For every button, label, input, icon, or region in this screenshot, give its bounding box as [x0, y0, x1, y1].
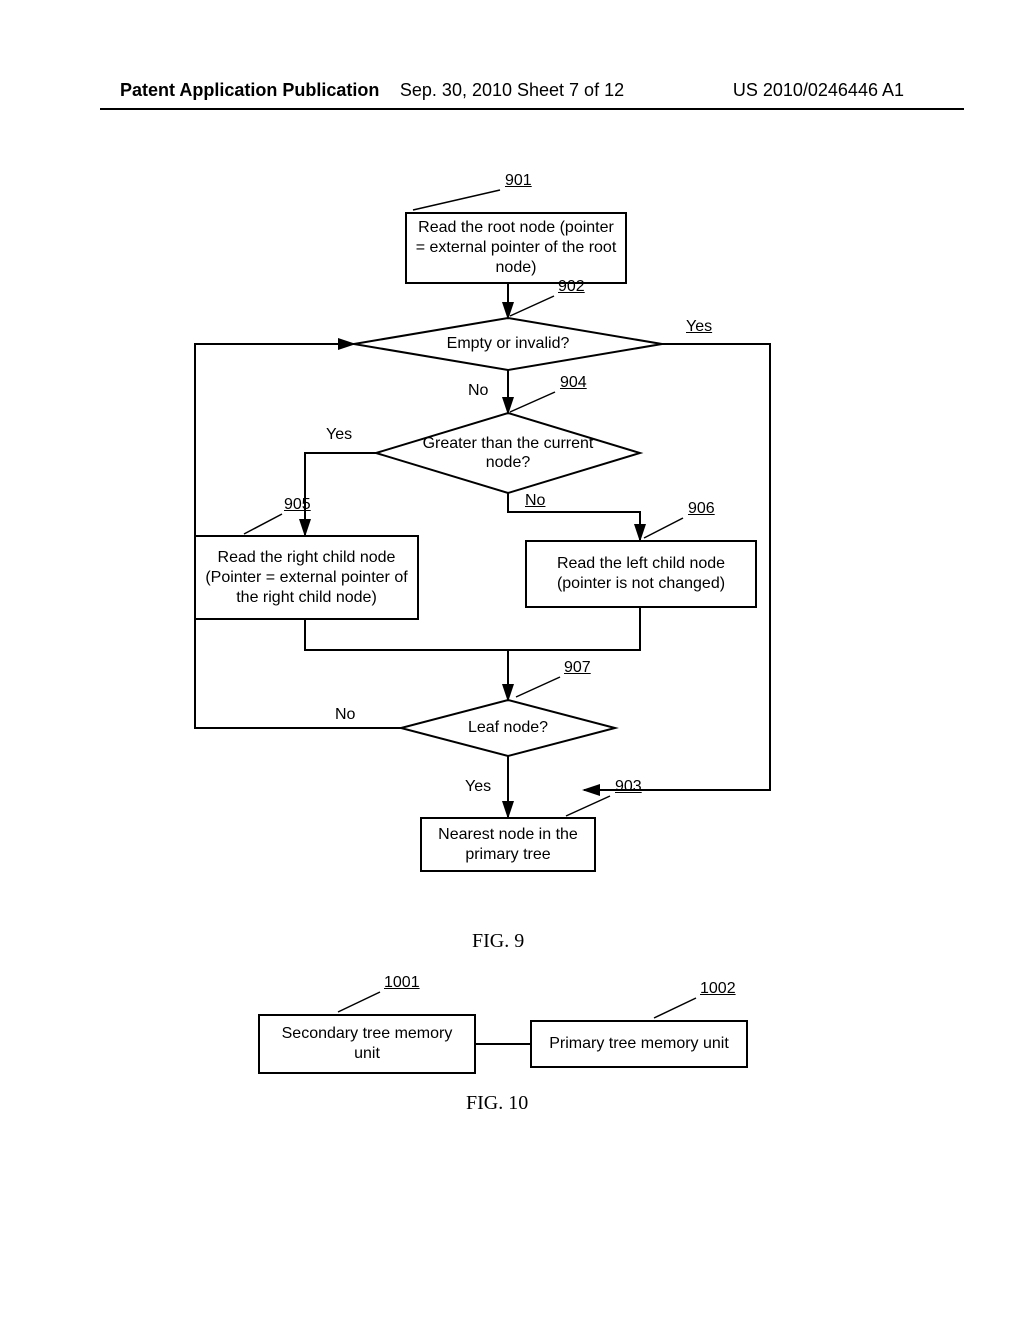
- edge-907-no: No: [335, 706, 355, 724]
- flowchart-arrows: [0, 0, 1024, 1320]
- node-904-greater: Greater than the current node?: [420, 434, 596, 472]
- edge-904-no: No: [525, 492, 545, 510]
- ref-906: 906: [688, 500, 715, 518]
- ref-1002: 1002: [700, 980, 736, 998]
- node-901-root: Read the root node (pointer = external p…: [405, 212, 627, 284]
- edge-904-yes: Yes: [326, 426, 352, 444]
- node-906-left-child: Read the left child node (pointer is not…: [525, 540, 757, 608]
- ref-907: 907: [564, 659, 591, 677]
- node-1002-primary: Primary tree memory unit: [530, 1020, 748, 1068]
- edge-902-no: No: [468, 382, 488, 400]
- fig10-caption: FIG. 10: [466, 1092, 528, 1115]
- ref-904: 904: [560, 374, 587, 392]
- ref-1001: 1001: [384, 974, 420, 992]
- node-1001-secondary: Secondary tree memory unit: [258, 1014, 476, 1074]
- node-907-leaf: Leaf node?: [448, 718, 568, 737]
- ref-903: 903: [615, 778, 642, 796]
- fig9-caption: FIG. 9: [472, 930, 524, 953]
- ref-902: 902: [558, 278, 585, 296]
- node-903-nearest: Nearest node in the primary tree: [420, 817, 596, 872]
- ref-901: 901: [505, 172, 532, 190]
- edge-902-yes: Yes: [686, 318, 712, 336]
- ref-905: 905: [284, 496, 311, 514]
- figure-canvas: Read the root node (pointer = external p…: [0, 0, 1024, 1320]
- node-902-empty: Empty or invalid?: [420, 334, 596, 353]
- edge-907-yes: Yes: [465, 778, 491, 796]
- node-905-right-child: Read the right child node (Pointer = ext…: [194, 535, 419, 620]
